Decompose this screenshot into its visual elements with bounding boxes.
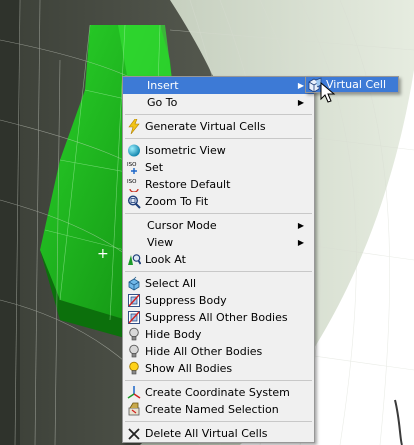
- menu-item-label: Show All Bodies: [145, 362, 233, 375]
- select-all-icon: [128, 276, 140, 291]
- bulb-grey-icon: [129, 327, 139, 341]
- menu-item-view[interactable]: View ▶: [123, 234, 314, 251]
- menu-item-label: View: [147, 236, 174, 249]
- lightning-icon: [128, 119, 140, 134]
- menu-item-create-named-selection[interactable]: Create Named Selection: [123, 401, 314, 418]
- menu-item-label: Create Coordinate System: [145, 386, 290, 399]
- zoom-fit-icon: [127, 195, 141, 209]
- menu-item-go-to[interactable]: Go To ▶: [123, 94, 314, 111]
- bulb-grey-icon: [129, 344, 139, 358]
- menu-item-label: Zoom To Fit: [145, 195, 209, 208]
- context-menu: Insert ▶ Go To ▶ Generate Virtual Cells …: [122, 76, 315, 443]
- menu-item-label: Restore Default: [145, 178, 231, 191]
- menu-item-label: Hide All Other Bodies: [145, 345, 263, 358]
- menu-item-generate-virtual-cells[interactable]: Generate Virtual Cells: [123, 118, 314, 135]
- named-selection-icon: [128, 402, 140, 416]
- menu-item-label: Suppress Body: [145, 294, 227, 307]
- menu-separator: [125, 380, 312, 381]
- menu-item-delete-all-virtual-cells[interactable]: Delete All Virtual Cells: [123, 425, 314, 442]
- menu-item-restore-default[interactable]: ISO Restore Default: [123, 176, 314, 193]
- menu-item-label: Select All: [145, 277, 197, 290]
- look-at-icon: [128, 254, 141, 265]
- submenu-arrow-icon: ▶: [297, 221, 304, 230]
- menu-item-label: Hide Body: [145, 328, 202, 341]
- menu-item-cursor-mode[interactable]: Cursor Mode ▶: [123, 217, 314, 234]
- menu-item-suppress-all-other-bodies[interactable]: Suppress All Other Bodies: [123, 309, 314, 326]
- mouse-pointer-icon: [320, 82, 336, 103]
- menu-separator: [125, 114, 312, 115]
- menu-item-label: Isometric View: [145, 144, 226, 157]
- menu-item-label: Go To: [147, 96, 178, 109]
- menu-item-insert[interactable]: Insert ▶: [123, 77, 314, 94]
- menu-item-label: Set: [145, 161, 164, 174]
- submenu-arrow-icon: ▶: [297, 238, 304, 247]
- menu-separator: [125, 271, 312, 272]
- menu-item-suppress-body[interactable]: Suppress Body: [123, 292, 314, 309]
- menu-item-label: Cursor Mode: [147, 219, 217, 232]
- menu-item-label: Create Named Selection: [145, 403, 279, 416]
- menu-item-label: Look At: [145, 253, 186, 266]
- suppress-body-icon: [128, 294, 140, 307]
- iso-text: ISO: [127, 179, 137, 185]
- menu-item-hide-body[interactable]: Hide Body: [123, 326, 314, 343]
- menu-item-label: Insert: [147, 79, 179, 92]
- suppress-others-icon: [128, 311, 140, 324]
- menu-item-look-at[interactable]: Look At: [123, 251, 314, 268]
- bulb-yellow-icon: [129, 361, 139, 375]
- iso-text: ISO: [127, 162, 137, 168]
- menu-item-hide-all-other-bodies[interactable]: Hide All Other Bodies: [123, 343, 314, 360]
- crosshair-icon: +: [97, 246, 109, 262]
- menu-item-label: Delete All Virtual Cells: [145, 427, 268, 440]
- menu-item-set[interactable]: ISO Set: [123, 159, 314, 176]
- menu-separator: [125, 138, 312, 139]
- iso-set-icon: ISO: [127, 162, 137, 174]
- menu-separator: [125, 421, 312, 422]
- submenu-arrow-icon: ▶: [297, 81, 304, 90]
- iso-restore-icon: ISO: [127, 179, 139, 192]
- menu-item-zoom-to-fit[interactable]: Zoom To Fit: [123, 193, 314, 210]
- sphere-icon: [128, 144, 140, 157]
- menu-item-label: Suppress All Other Bodies: [145, 311, 288, 324]
- menu-item-show-all-bodies[interactable]: Show All Bodies: [123, 360, 314, 377]
- menu-separator: [125, 213, 312, 214]
- menu-item-label: Generate Virtual Cells: [145, 120, 266, 133]
- menu-item-create-coordinate-system[interactable]: Create Coordinate System: [123, 384, 314, 401]
- delete-x-icon: [128, 428, 140, 440]
- menu-item-isometric-view[interactable]: Isometric View: [123, 142, 314, 159]
- submenu-arrow-icon: ▶: [297, 98, 304, 107]
- coordinate-system-icon: [127, 386, 141, 399]
- menu-item-select-all[interactable]: Select All: [123, 275, 314, 292]
